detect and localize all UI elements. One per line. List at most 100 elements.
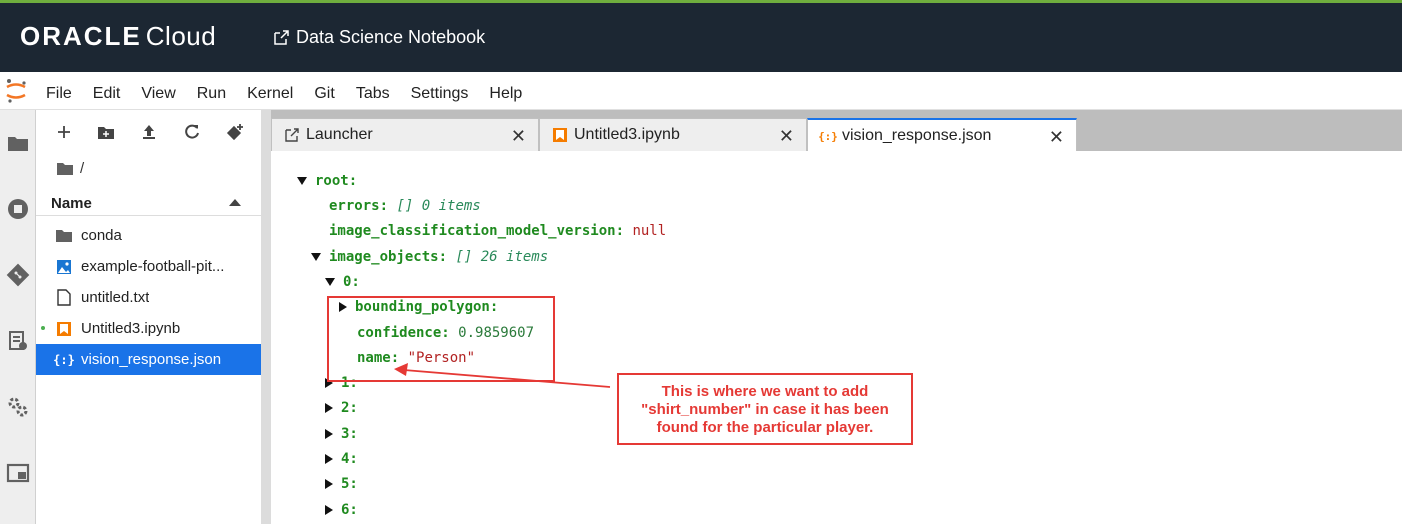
upload-icon[interactable]	[139, 122, 159, 142]
file-item-label: Untitled3.ipynb	[81, 320, 181, 337]
json-key: 2:	[341, 400, 358, 416]
new-launcher-plus-icon[interactable]	[54, 122, 74, 142]
close-icon[interactable]: ✕	[511, 126, 526, 147]
tab-label: Launcher	[306, 126, 373, 143]
json-key: image_objects:	[329, 249, 448, 265]
oracle-cloud-header: ORACLE Cloud Data Science Notebook	[0, 0, 1402, 72]
folder-icon[interactable]	[5, 130, 31, 156]
close-icon[interactable]: ✕	[779, 126, 794, 147]
jupyter-logo-icon	[6, 79, 26, 103]
menu-git[interactable]: Git	[314, 85, 334, 103]
json-icmv-row: image_classification_model_version: null	[329, 221, 666, 241]
menu-file[interactable]: File	[46, 85, 72, 103]
json-key: 4:	[341, 451, 358, 467]
annotation-callout: This is where we want to add "shirt_numb…	[617, 373, 913, 445]
notebook-title: Data Science Notebook	[296, 27, 486, 47]
annotation-line-3: found for the particular player.	[656, 419, 874, 436]
menu-tabs[interactable]: Tabs	[356, 85, 390, 103]
file-icon	[55, 289, 73, 307]
expand-triangle-icon[interactable]	[325, 403, 333, 413]
annotation-highlight-box	[327, 296, 555, 382]
running-stop-icon[interactable]	[5, 196, 31, 222]
notebook-icon	[55, 320, 73, 338]
settings-gears-icon[interactable]	[5, 394, 31, 420]
menu-kernel[interactable]: Kernel	[247, 85, 293, 103]
json-item-2-row[interactable]: 2:	[325, 398, 358, 418]
collapse-triangle-icon[interactable]	[325, 278, 335, 286]
annotation-line-1: This is where we want to add	[661, 383, 869, 400]
notebook-icon	[552, 127, 568, 143]
sort-ascending-icon[interactable]	[229, 199, 241, 206]
file-browser-panel: / Name conda example-football-pit... unt…	[36, 110, 261, 524]
launcher-icon	[284, 127, 300, 143]
tab-label: Untitled3.ipynb	[574, 126, 680, 143]
folder-icon	[57, 163, 73, 175]
json-root-row[interactable]: root:	[297, 171, 357, 191]
menu-run[interactable]: Run	[197, 85, 226, 103]
json-item-3-row[interactable]: 3:	[325, 424, 358, 444]
annotation-line-2: "shirt_number" in case it has been	[641, 401, 889, 418]
tab-vision-response-json[interactable]: {:} vision_response.json ✕	[807, 118, 1077, 152]
json-key: root:	[315, 173, 358, 189]
menu-list: File Edit View Run Kernel Git Tabs Setti…	[46, 85, 543, 103]
file-item-conda[interactable]: conda	[36, 220, 261, 251]
file-item-label: untitled.txt	[81, 289, 150, 306]
tabs-window-icon[interactable]	[5, 460, 31, 486]
file-item-vision-response-json[interactable]: {:} vision_response.json	[36, 344, 261, 375]
tab-untitled3[interactable]: Untitled3.ipynb ✕	[539, 118, 807, 151]
collapse-triangle-icon[interactable]	[297, 177, 307, 185]
external-link-icon	[274, 29, 289, 45]
file-browser-toolbar	[36, 120, 261, 146]
json-item-4-row[interactable]: 4:	[325, 449, 358, 469]
file-item-label: example-football-pit...	[81, 258, 225, 275]
property-inspector-icon[interactable]	[5, 328, 31, 354]
file-item-untitled3-ipynb[interactable]: Untitled3.ipynb	[36, 313, 261, 344]
file-item-label: vision_response.json	[81, 351, 222, 368]
notebook-title-link[interactable]: Data Science Notebook	[272, 27, 485, 48]
new-folder-icon[interactable]	[96, 122, 116, 142]
file-item-example-football[interactable]: example-football-pit...	[36, 251, 261, 282]
close-icon[interactable]: ✕	[1049, 127, 1064, 148]
json-item-6-row[interactable]: 6:	[325, 500, 358, 520]
json-meta: [] 0 items	[396, 198, 481, 214]
oracle-cloud-logo[interactable]: ORACLE Cloud	[20, 21, 216, 52]
name-column-header[interactable]: Name	[51, 195, 92, 212]
json-key: 0:	[343, 274, 360, 290]
json-key: 5:	[341, 476, 358, 492]
breadcrumb-root[interactable]: /	[80, 160, 84, 177]
image-icon	[55, 258, 73, 276]
expand-triangle-icon[interactable]	[325, 429, 333, 439]
json-errors-row: errors: [] 0 items	[329, 196, 481, 216]
file-item-label: conda	[81, 227, 122, 244]
breadcrumb[interactable]: /	[56, 160, 84, 177]
git-clone-icon[interactable]	[225, 122, 245, 142]
json-item-5-row[interactable]: 5:	[325, 474, 358, 494]
menu-view[interactable]: View	[141, 85, 175, 103]
json-key: 6:	[341, 502, 358, 518]
json-key: 3:	[341, 426, 358, 442]
panel-splitter[interactable]	[261, 110, 271, 524]
collapse-triangle-icon[interactable]	[311, 253, 321, 261]
expand-triangle-icon[interactable]	[325, 479, 333, 489]
file-list-header[interactable]: Name	[36, 190, 261, 216]
tab-bar: Launcher ✕ Untitled3.ipynb ✕ {:} vision_…	[271, 110, 1402, 152]
json-item-0-row[interactable]: 0:	[325, 272, 360, 292]
menu-edit[interactable]: Edit	[93, 85, 121, 103]
running-indicator	[41, 326, 45, 330]
git-icon[interactable]	[5, 262, 31, 288]
file-item-untitled-txt[interactable]: untitled.txt	[36, 282, 261, 313]
folder-icon	[55, 227, 73, 245]
menu-help[interactable]: Help	[489, 85, 522, 103]
json-image-objects-row[interactable]: image_objects: [] 26 items	[311, 247, 548, 267]
brand-bold: ORACLE	[20, 21, 142, 51]
tab-label: vision_response.json	[842, 127, 992, 144]
menu-settings[interactable]: Settings	[411, 85, 469, 103]
json-key: errors:	[329, 198, 389, 214]
json-key: image_classification_model_version:	[329, 223, 625, 239]
left-sidebar-rail	[0, 110, 36, 524]
expand-triangle-icon[interactable]	[325, 505, 333, 515]
refresh-icon[interactable]	[182, 122, 202, 142]
expand-triangle-icon[interactable]	[325, 454, 333, 464]
file-list: conda example-football-pit... untitled.t…	[36, 220, 261, 375]
tab-launcher[interactable]: Launcher ✕	[271, 118, 539, 151]
